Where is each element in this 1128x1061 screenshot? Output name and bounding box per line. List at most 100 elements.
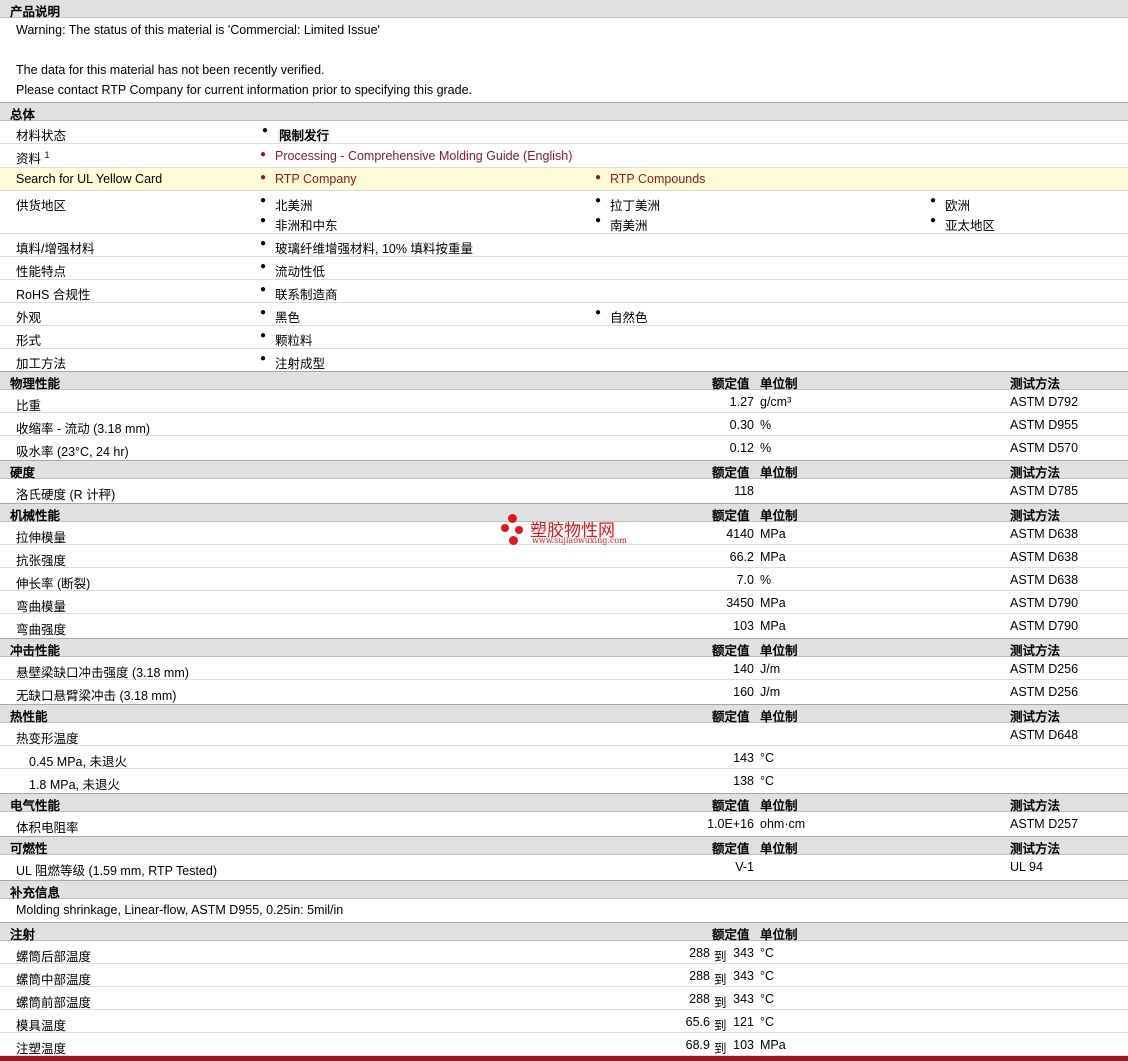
table-row: 模具温度 65.6 到 121 °C <box>0 1010 1128 1033</box>
property-value: 138 <box>733 774 754 788</box>
range-low: 288 <box>689 969 710 983</box>
test-method: ASTM D955 <box>1010 418 1079 432</box>
property-value: 1.27 <box>729 395 754 409</box>
property-name: 抗张强度 <box>16 554 67 568</box>
table-row: UL 阻燃等级 (1.59 mm, RTP Tested) V-1 UL 94 <box>0 855 1128 878</box>
row-rohs: RoHS 合规性 联系制造商 <box>0 280 1128 303</box>
row-label: 形式 <box>16 334 42 348</box>
warning-text: Warning: The status of this material is … <box>16 23 380 37</box>
appearance-item: 自然色 <box>595 307 647 326</box>
region-item: 北美洲 <box>260 195 312 214</box>
table-row: 0.45 MPa, 未退火 143 °C <box>0 746 1128 769</box>
appearance-item: 黑色 <box>260 307 300 326</box>
section-general: 总体 <box>0 102 1128 122</box>
row-material-status: 材料状态 限制发行 <box>0 121 1128 144</box>
property-value: 160 <box>733 685 754 699</box>
table-row: 注塑温度 68.9 到 103 MPa <box>0 1033 1128 1056</box>
row-process: 加工方法 注射成型 <box>0 349 1128 371</box>
test-method: ASTM D256 <box>1010 685 1079 699</box>
property-value: V-1 <box>735 860 754 874</box>
range-low: 288 <box>689 992 710 1006</box>
property-name: 1.8 MPa, 未退火 <box>29 778 120 792</box>
property-name: 弯曲模量 <box>16 600 67 614</box>
range-low: 288 <box>689 946 710 960</box>
test-method: ASTM D648 <box>1010 728 1079 742</box>
region-item: 欧洲 <box>930 195 970 214</box>
test-method: ASTM D790 <box>1010 596 1079 610</box>
property-name: 拉伸模量 <box>16 531 67 545</box>
row-filler: 填料/增强材料 玻璃纤维增强材料, 10% 填料按重量 <box>0 234 1128 257</box>
property-unit: MPa <box>760 1038 786 1052</box>
region-item: 亚太地区 <box>930 215 995 234</box>
filler-value: 玻璃纤维增强材料, 10% 填料按重量 <box>260 238 473 257</box>
ul-link-rtp-company[interactable]: RTP Company <box>260 172 356 186</box>
status-value: 限制发行 <box>262 125 332 144</box>
supplement-text: Molding shrinkage, Linear-flow, ASTM D95… <box>16 903 344 917</box>
test-method: UL 94 <box>1010 860 1043 874</box>
section-physical: 物理性能 额定值 单位制 测试方法 <box>0 371 1128 391</box>
property-name: 螺筒后部温度 <box>16 950 92 964</box>
row-label: RoHS 合规性 <box>16 288 91 302</box>
row-label: 资料 1 <box>16 148 50 167</box>
table-row: 无缺口悬臂梁冲击 (3.18 mm) 160 J/m ASTM D256 <box>0 680 1128 703</box>
property-unit: g/cm³ <box>760 395 792 409</box>
test-method: ASTM D790 <box>1010 619 1079 633</box>
table-row: 伸长率 (断裂) 7.0% ASTM D638 <box>0 568 1128 591</box>
property-name: 收缩率 - 流动 (3.18 mm) <box>16 422 151 436</box>
status-badge: 限制发行 <box>277 129 332 143</box>
section-supplement: 补充信息 <box>0 880 1128 900</box>
property-unit: °C <box>760 992 775 1006</box>
docs-footnote: 1 <box>44 149 50 160</box>
row-supplement: Molding shrinkage, Linear-flow, ASTM D95… <box>0 899 1128 922</box>
property-name: 热变形温度 <box>16 732 79 746</box>
property-unit: °C <box>760 751 775 765</box>
process-value: 注射成型 <box>260 353 325 372</box>
test-method: ASTM D638 <box>1010 527 1079 541</box>
property-unit: MPa <box>760 596 786 610</box>
section-impact: 冲击性能 额定值 单位制 测试方法 <box>0 638 1128 658</box>
property-unit: MPa <box>760 527 786 541</box>
range-high: 343 <box>733 969 754 983</box>
row-label: 性能特点 <box>16 265 67 279</box>
property-value: 0.30 <box>729 418 754 432</box>
property-unit: °C <box>760 774 775 788</box>
row-label: Search for UL Yellow Card <box>16 172 163 186</box>
region-item: 南美洲 <box>595 215 647 234</box>
test-method: ASTM D257 <box>1010 817 1079 831</box>
section-thermal: 热性能 额定值 单位制 测试方法 <box>0 704 1128 724</box>
test-method: ASTM D785 <box>1010 484 1079 498</box>
row-label: 加工方法 <box>16 357 67 371</box>
row-label: 材料状态 <box>16 129 67 143</box>
property-value: 0.12 <box>729 441 754 455</box>
ul-link-rtp-compounds[interactable]: RTP Compounds <box>595 172 706 186</box>
docs-label: 资料 <box>16 152 42 166</box>
property-name: 体积电阻率 <box>16 821 79 835</box>
table-row: 体积电阻率 1.0E+16 ohm·cm ASTM D257 <box>0 812 1128 835</box>
row-form: 形式 颗粒料 <box>0 326 1128 349</box>
property-name: 模具温度 <box>16 1019 67 1033</box>
property-unit: % <box>760 418 772 432</box>
property-name: 悬壁梁缺口冲击强度 (3.18 mm) <box>16 666 189 680</box>
property-name: 吸水率 (23°C, 24 hr) <box>16 445 129 459</box>
property-value: 7.0 <box>736 573 754 587</box>
feature-value: 流动性低 <box>260 261 325 280</box>
property-value: 66.2 <box>729 550 754 564</box>
property-unit: °C <box>760 1015 775 1029</box>
table-row: 螺筒前部温度 288 到 343 °C <box>0 987 1128 1010</box>
row-label: 外观 <box>16 311 42 325</box>
property-value: 140 <box>733 662 754 676</box>
property-name: 注塑温度 <box>16 1042 67 1056</box>
table-row: 弯曲模量 3450 MPa ASTM D790 <box>0 591 1128 614</box>
bottom-bar <box>0 1056 1128 1061</box>
property-value: 118 <box>734 484 754 498</box>
property-value: 103 <box>733 619 754 633</box>
property-name: 螺筒中部温度 <box>16 973 92 987</box>
row-label: 供货地区 <box>16 199 67 213</box>
contact-text: Please contact RTP Company for current i… <box>16 83 473 97</box>
docs-link[interactable]: Processing - Comprehensive Molding Guide… <box>260 149 572 163</box>
table-row: 螺筒中部温度 288 到 343 °C <box>0 964 1128 987</box>
range-low: 68.9 <box>685 1038 710 1052</box>
property-value: 1.0E+16 <box>707 817 754 831</box>
range-high: 103 <box>733 1038 754 1052</box>
test-method: ASTM D792 <box>1010 395 1079 409</box>
